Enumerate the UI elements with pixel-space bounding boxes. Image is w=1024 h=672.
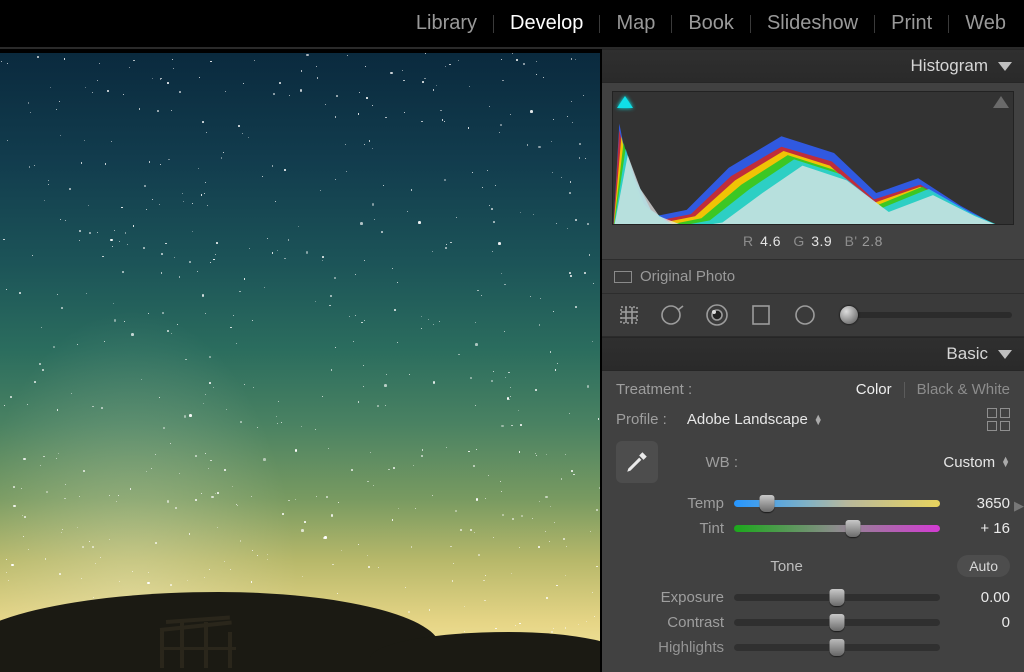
tint-value[interactable]: + 16 bbox=[950, 520, 1010, 537]
histogram-header[interactable]: Histogram bbox=[602, 49, 1024, 83]
highlights-slider-row: Highlights bbox=[616, 639, 1010, 656]
tint-slider[interactable] bbox=[734, 525, 940, 532]
collapse-icon bbox=[998, 62, 1012, 71]
profile-row: Profile : Adobe Landscape ▲▼ bbox=[616, 408, 1010, 431]
tab-map[interactable]: Map bbox=[610, 12, 661, 35]
collapse-icon bbox=[998, 350, 1012, 359]
white-balance-row: WB : Custom ▲▼ bbox=[616, 441, 1010, 483]
crop-tool[interactable] bbox=[614, 300, 644, 330]
temp-slider[interactable] bbox=[734, 500, 940, 507]
tone-auto-button[interactable]: Auto bbox=[957, 555, 1010, 577]
temp-slider-row: Temp 3650 bbox=[616, 495, 1010, 512]
develop-right-panel: Histogram R 4.6 G 3.9 B' 2.8 bbox=[602, 49, 1024, 672]
radial-filter-tool[interactable] bbox=[790, 300, 820, 330]
tint-slider-row: Tint + 16 bbox=[616, 520, 1010, 537]
contrast-slider[interactable] bbox=[734, 619, 940, 626]
exposure-value[interactable]: 0.00 bbox=[950, 589, 1010, 606]
redeye-tool[interactable] bbox=[702, 300, 732, 330]
tab-slideshow[interactable]: Slideshow bbox=[761, 12, 864, 35]
exposure-slider-row: Exposure 0.00 bbox=[616, 589, 1010, 606]
exposure-slider[interactable] bbox=[734, 594, 940, 601]
updown-icon: ▲▼ bbox=[1001, 457, 1010, 467]
checkbox-icon bbox=[614, 271, 632, 283]
original-photo-toggle[interactable]: Original Photo bbox=[602, 259, 1024, 294]
wb-preset-select[interactable]: Custom ▲▼ bbox=[943, 454, 1010, 471]
tab-book[interactable]: Book bbox=[682, 12, 740, 35]
contrast-value[interactable]: 0 bbox=[950, 614, 1010, 631]
temp-value[interactable]: 3650 bbox=[950, 495, 1010, 512]
updown-icon: ▲▼ bbox=[814, 415, 823, 425]
module-tabs: Library Develop Map Book Slideshow Print… bbox=[0, 0, 1024, 49]
tone-section-header: Tone Auto bbox=[616, 555, 1010, 577]
photo-subject-structure bbox=[160, 616, 244, 668]
contrast-slider-row: Contrast 0 bbox=[616, 614, 1010, 631]
profile-select[interactable]: Adobe Landscape ▲▼ bbox=[687, 411, 823, 428]
histogram-display[interactable] bbox=[612, 91, 1014, 225]
graduated-filter-tool[interactable] bbox=[746, 300, 776, 330]
treatment-bw[interactable]: Black & White bbox=[917, 381, 1010, 398]
panel-expand-grip[interactable]: ▶ bbox=[1014, 489, 1024, 523]
photo-preview-area bbox=[0, 49, 602, 672]
histogram-readout: R 4.6 G 3.9 B' 2.8 bbox=[612, 225, 1014, 253]
wb-eyedropper-tool[interactable] bbox=[616, 441, 658, 483]
profile-browser-icon[interactable] bbox=[987, 408, 1010, 431]
brush-size-slider[interactable] bbox=[840, 312, 1012, 318]
tab-print[interactable]: Print bbox=[885, 12, 938, 35]
treatment-color[interactable]: Color bbox=[856, 381, 892, 398]
treatment-row: Treatment : Color Black & White bbox=[616, 381, 1010, 398]
highlights-slider[interactable] bbox=[734, 644, 940, 651]
local-adjustment-toolstrip bbox=[602, 294, 1024, 337]
basic-title: Basic bbox=[946, 344, 988, 364]
basic-header[interactable]: Basic bbox=[602, 337, 1024, 371]
tab-web[interactable]: Web bbox=[959, 12, 1012, 35]
spot-removal-tool[interactable] bbox=[658, 300, 688, 330]
photo-preview[interactable] bbox=[0, 53, 600, 672]
histogram-title: Histogram bbox=[911, 56, 988, 76]
tab-library[interactable]: Library bbox=[410, 12, 483, 35]
tab-develop[interactable]: Develop bbox=[504, 12, 589, 35]
